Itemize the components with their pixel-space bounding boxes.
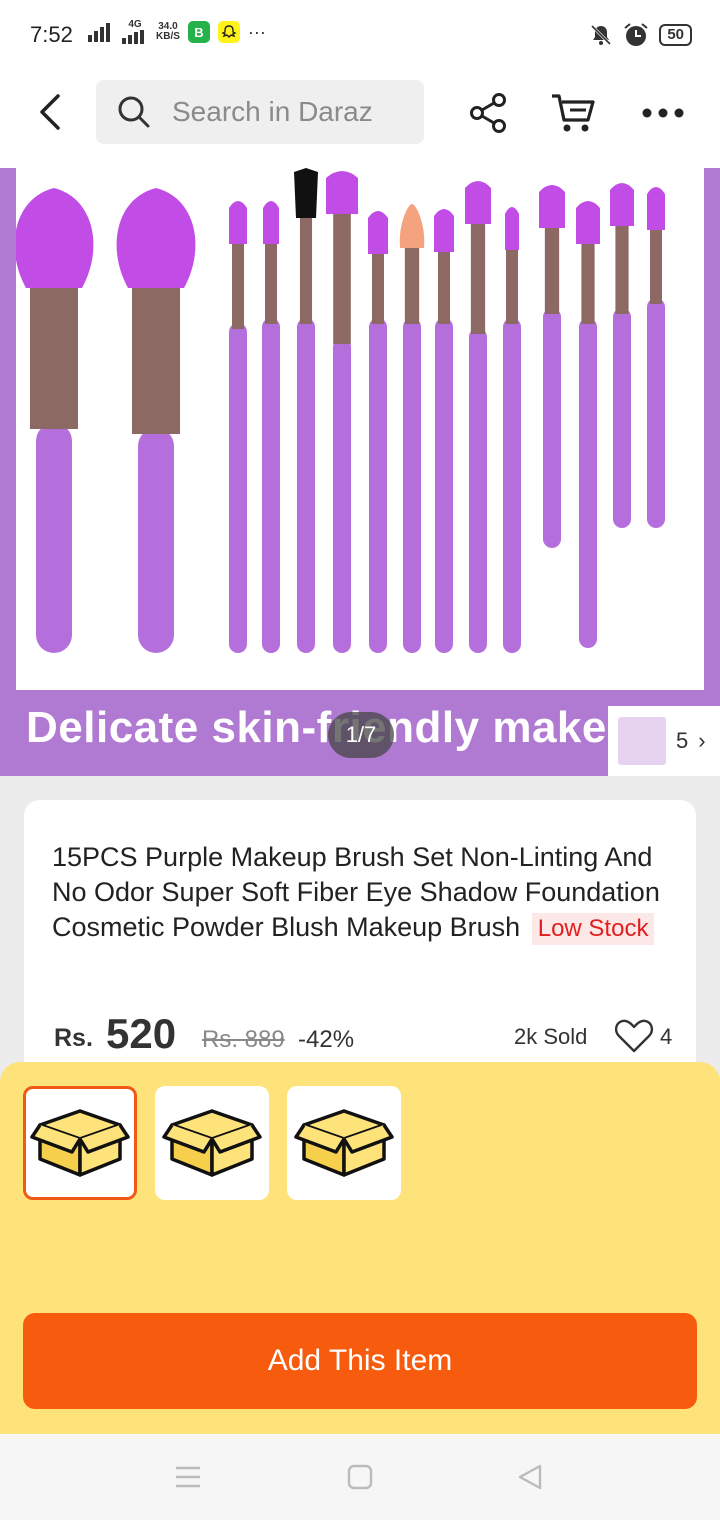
whatsapp-business-icon: B bbox=[187, 21, 210, 43]
system-nav-bar bbox=[0, 1434, 720, 1520]
network-type: 4G bbox=[128, 19, 142, 30]
brush-set-illustration bbox=[14, 168, 665, 653]
variant-option-3[interactable] bbox=[287, 1086, 401, 1200]
brush-10 bbox=[465, 181, 491, 653]
brush-5 bbox=[294, 168, 318, 653]
signal-icon bbox=[88, 23, 110, 42]
brush-6 bbox=[326, 171, 358, 653]
cart-button[interactable] bbox=[550, 90, 596, 136]
battery-icon: 50 bbox=[659, 24, 692, 46]
back-triangle-icon bbox=[518, 1464, 542, 1490]
share-icon bbox=[470, 93, 506, 133]
box-icon bbox=[162, 1109, 262, 1177]
system-back-button[interactable] bbox=[513, 1462, 547, 1492]
box-icon bbox=[30, 1109, 130, 1177]
variant-sheet: Add This Item bbox=[0, 1062, 720, 1434]
gallery-thumbnail bbox=[618, 717, 666, 765]
back-icon bbox=[40, 94, 60, 130]
page-indicator: 1/7 bbox=[328, 712, 394, 758]
brush-4 bbox=[262, 201, 280, 653]
more-icon bbox=[642, 108, 684, 118]
alarm-icon bbox=[624, 23, 648, 46]
more-notifications: ··· bbox=[247, 21, 266, 42]
brush-8 bbox=[399, 204, 425, 653]
mute-bell-icon bbox=[591, 24, 612, 46]
stock-badge: Low Stock bbox=[531, 913, 655, 945]
search-input[interactable]: Search in Daraz bbox=[96, 80, 424, 144]
price-value: 520 bbox=[106, 1010, 177, 1057]
brush-13 bbox=[576, 201, 600, 648]
price-currency: Rs. bbox=[54, 1024, 93, 1052]
brush-1 bbox=[14, 188, 94, 653]
recent-apps-button[interactable] bbox=[171, 1462, 205, 1492]
search-placeholder: Search in Daraz bbox=[172, 96, 373, 127]
brush-2 bbox=[116, 188, 196, 653]
speed-indicator: 34.0 KB/S bbox=[156, 22, 180, 42]
add-this-item-button[interactable]: Add This Item bbox=[23, 1313, 697, 1409]
variant-option-2[interactable] bbox=[155, 1086, 269, 1200]
brush-11 bbox=[503, 207, 521, 653]
snapchat-icon bbox=[217, 21, 240, 43]
wishlist-count: 4 bbox=[660, 1024, 673, 1049]
network-indicator: 4G bbox=[122, 20, 148, 44]
box-icon bbox=[294, 1109, 394, 1177]
brush-12 bbox=[539, 185, 565, 548]
image-caption: Delicate skin-friendly make bbox=[26, 703, 607, 752]
home-button[interactable] bbox=[343, 1462, 377, 1492]
speed-unit: KB/S bbox=[156, 31, 180, 42]
status-right-icons: 50 bbox=[589, 22, 692, 48]
menu-icon bbox=[176, 1466, 200, 1488]
heart-icon[interactable] bbox=[614, 1018, 654, 1054]
cart-icon bbox=[552, 94, 595, 132]
brush-14 bbox=[610, 183, 634, 528]
status-bar: 7:52 4G 34.0 KB/S B ··· 50 bbox=[0, 0, 720, 72]
original-price: Rs. 889 bbox=[202, 1026, 285, 1053]
back-button[interactable] bbox=[28, 90, 72, 134]
variant-option-1[interactable] bbox=[23, 1086, 137, 1200]
share-button[interactable] bbox=[466, 90, 512, 136]
status-left-icons: 4G 34.0 KB/S B ··· bbox=[88, 20, 266, 44]
brush-15 bbox=[647, 187, 665, 528]
home-square-icon bbox=[347, 1464, 373, 1490]
brush-7 bbox=[368, 211, 388, 653]
signal-icon-2 bbox=[122, 30, 144, 44]
brush-3 bbox=[229, 201, 247, 653]
status-time: 7:52 bbox=[30, 22, 73, 47]
product-image bbox=[14, 168, 704, 690]
discount-percent: -42% bbox=[298, 1026, 355, 1053]
search-icon bbox=[118, 96, 150, 128]
price-row: Rs. 520 Rs. 889 -42% 2k Sold 4 bbox=[54, 1008, 674, 1058]
brush-9 bbox=[434, 209, 454, 653]
header: Search in Daraz bbox=[0, 72, 720, 168]
sold-count: 2k Sold bbox=[514, 1024, 588, 1049]
gallery-count: 5 bbox=[676, 728, 689, 753]
chevron-right-icon: › bbox=[698, 728, 706, 753]
more-button[interactable] bbox=[640, 90, 686, 136]
product-title: 15PCS Purple Makeup Brush Set Non-Lintin… bbox=[52, 840, 668, 945]
gallery-button[interactable]: 5 › bbox=[608, 706, 720, 776]
product-image-carousel[interactable]: Delicate skin-friendly make 1/7 5 › bbox=[0, 168, 720, 776]
